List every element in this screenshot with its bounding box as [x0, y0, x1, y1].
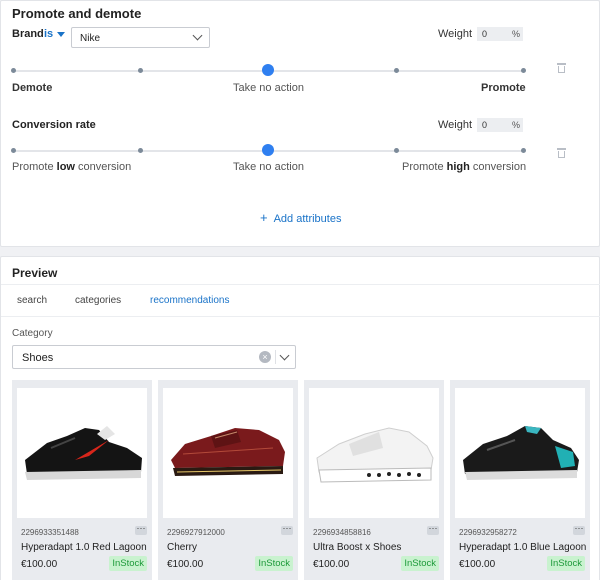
- divider: [1, 284, 600, 285]
- product-price: €100.00: [21, 559, 58, 570]
- divider: [1, 316, 600, 317]
- chevron-down-icon[interactable]: [279, 350, 290, 361]
- product-name: Ultra Boost x Shoes: [313, 542, 402, 553]
- product-card[interactable]: 2296932958272 ··· Hyperadapt 1.0 Blue La…: [450, 380, 590, 580]
- product-image: [455, 388, 585, 518]
- slider-step[interactable]: [521, 68, 526, 73]
- product-name: Hyperadapt 1.0 Red Lagoon: [21, 542, 147, 553]
- slider-step[interactable]: [11, 148, 16, 153]
- rule-attribute-brand: Brand: [12, 28, 44, 40]
- product-card[interactable]: 2296934858816 ··· Ultra Boost x Shoes €1…: [304, 380, 444, 580]
- product-image: [163, 388, 293, 518]
- slider-step[interactable]: [138, 68, 143, 73]
- rule-operator-label: is: [44, 28, 54, 40]
- tab-search[interactable]: search: [17, 295, 47, 306]
- chevron-down-icon: [192, 30, 203, 41]
- slider-label-promote-high: Promote high conversion: [402, 161, 527, 173]
- add-attributes-label: Add attributes: [273, 213, 342, 225]
- category-select[interactable]: Shoes ×: [12, 345, 296, 369]
- stock-badge: InStock: [547, 556, 585, 571]
- weight-unit: %: [512, 29, 521, 39]
- plus-icon: +: [260, 210, 268, 225]
- rule-operator-select[interactable]: is: [44, 28, 66, 40]
- trash-icon[interactable]: [557, 148, 566, 158]
- product-id: 2296932958272: [459, 528, 517, 537]
- product-id: 2296927912000: [167, 528, 225, 537]
- product-price: €100.00: [459, 559, 496, 570]
- trash-icon[interactable]: [557, 63, 566, 73]
- add-attributes-button[interactable]: + Add attributes: [260, 210, 341, 225]
- clear-icon[interactable]: ×: [259, 351, 271, 363]
- promote-demote-title: Promote and demote: [12, 6, 142, 21]
- product-card[interactable]: 2296927912000 ··· Cherry €100.00 InStock: [158, 380, 298, 580]
- category-label: Category: [12, 328, 53, 339]
- more-icon[interactable]: ···: [281, 524, 293, 535]
- brand-value-select[interactable]: Nike: [71, 27, 210, 48]
- slider-step[interactable]: [11, 68, 16, 73]
- product-card[interactable]: 2296933351488 ··· Hyperadapt 1.0 Red Lag…: [12, 380, 152, 580]
- category-value: Shoes: [22, 352, 54, 364]
- stock-badge: InStock: [401, 556, 439, 571]
- slider-step[interactable]: [521, 148, 526, 153]
- slider-label-promote: Promote: [481, 82, 526, 94]
- product-id: 2296933351488: [21, 528, 79, 537]
- slider-step[interactable]: [394, 68, 399, 73]
- stock-badge: InStock: [255, 556, 293, 571]
- slider-step[interactable]: [394, 148, 399, 153]
- brand-value-text: Nike: [80, 33, 101, 44]
- product-image: [17, 388, 147, 518]
- slider-thumb[interactable]: [262, 64, 274, 76]
- slider-step[interactable]: [138, 148, 143, 153]
- more-icon[interactable]: ···: [427, 524, 439, 535]
- slider-label-no-action: Take no action: [233, 82, 304, 94]
- slider-thumb[interactable]: [262, 144, 274, 156]
- slider-label-demote: Demote: [12, 82, 53, 94]
- divider: [275, 350, 276, 364]
- preview-panel: Preview search categories recommendation…: [0, 256, 600, 580]
- product-name: Hyperadapt 1.0 Blue Lagoon: [459, 542, 587, 553]
- weight-unit: %: [512, 120, 521, 130]
- caret-down-icon: [57, 31, 66, 37]
- more-icon[interactable]: ···: [573, 524, 585, 535]
- rule-attribute-conversion-rate: Conversion rate: [12, 119, 96, 131]
- more-icon[interactable]: ···: [135, 524, 147, 535]
- promote-demote-panel: Promote and demote Brand is Nike Weight …: [0, 0, 600, 247]
- slider-label-no-action: Take no action: [233, 161, 304, 173]
- weight-label: Weight: [438, 119, 473, 131]
- stock-badge: InStock: [109, 556, 147, 571]
- tab-recommendations[interactable]: recommendations: [150, 295, 229, 306]
- product-price: €100.00: [313, 559, 350, 570]
- tab-categories[interactable]: categories: [75, 295, 121, 306]
- preview-title: Preview: [12, 266, 58, 280]
- product-name: Cherry: [167, 542, 198, 553]
- product-price: €100.00: [167, 559, 204, 570]
- weight-label: Weight: [438, 28, 473, 40]
- product-id: 2296934858816: [313, 528, 371, 537]
- product-image: [309, 388, 439, 518]
- slider-label-promote-low: Promote low conversion: [12, 161, 132, 173]
